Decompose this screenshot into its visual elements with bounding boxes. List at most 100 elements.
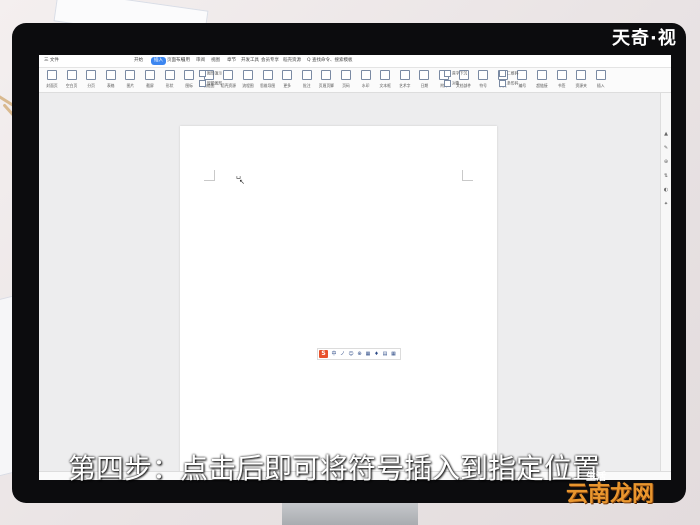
resource-icon: [223, 70, 234, 80]
bookmark-button[interactable]: 书签: [553, 69, 571, 91]
date-icon: [419, 70, 430, 80]
watermark-button[interactable]: 水印: [357, 69, 375, 91]
ime-tool-icon[interactable]: ▤: [382, 351, 388, 357]
ribbon-label: 形状: [165, 83, 174, 88]
ribbon-small-item[interactable]: 对象: [444, 80, 460, 87]
side-tool-icon[interactable]: ✎: [663, 145, 669, 151]
cover-page-button[interactable]: 封面页: [43, 69, 61, 91]
ribbon-small-label: 二维码: [507, 70, 519, 76]
tab-1[interactable]: 插入: [151, 57, 166, 65]
ribbon-label: 资源夹: [575, 83, 587, 88]
document-page[interactable]: ␣ ↖ S 中ノ ☺ ⊕ ▦ ♦ ▤ ▦: [180, 126, 497, 480]
monitor: 三 文件 开始 插入 页面布局 引用 审阅 视图 章节 开发工具 会员专享 稻壳资源 Q 查找命令、…: [12, 23, 686, 503]
ime-tool-icon[interactable]: ⊕: [357, 351, 363, 357]
shape-icon: [164, 70, 175, 80]
page-number-icon: [341, 70, 351, 80]
ribbon-label: 空白页: [65, 83, 78, 88]
ribbon-label: 页眉页脚: [318, 83, 334, 88]
ime-tool-icon[interactable]: ▦: [391, 351, 397, 357]
ribbon-small-item[interactable]: 二维码: [499, 70, 519, 77]
side-tool-icon[interactable]: ✦: [663, 201, 669, 207]
comment-button[interactable]: 批注: [298, 69, 316, 91]
ribbon-label: 封面页: [46, 83, 58, 88]
input-method-toolbar: S 中ノ ☺ ⊕ ▦ ♦ ▤ ▦: [317, 348, 401, 360]
tab-0[interactable]: 开始: [134, 57, 143, 65]
table-button[interactable]: 表格: [102, 69, 120, 91]
hyperlink-button[interactable]: 超链接: [533, 69, 551, 91]
ribbon-label: 图片: [126, 83, 135, 88]
date-button[interactable]: 日期: [415, 69, 433, 91]
ribbon-label: 流程图: [242, 83, 254, 88]
ribbon-label: 表格: [107, 83, 115, 88]
header-footer-icon: [321, 70, 332, 80]
document-workspace: ␣ ↖ S 中ノ ☺ ⊕ ▦ ♦ ▤ ▦: [39, 93, 660, 480]
margin-marker: [204, 170, 215, 181]
hyperlink-icon: [537, 70, 547, 80]
insert-icon: [595, 70, 606, 80]
ribbon-small-label: 图形演示: [207, 70, 223, 76]
ribbon-label: 符号: [479, 83, 487, 88]
tab-6[interactable]: 章节: [227, 57, 236, 65]
ribbon-label: 书签: [557, 83, 566, 88]
small-tool-icon: [199, 70, 206, 77]
resource-folder-button[interactable]: 资源夹: [572, 69, 590, 91]
tab-10[interactable]: Q 查找命令、搜索模板: [307, 57, 352, 65]
ribbon-label: 批注: [303, 83, 311, 88]
textbox-icon: [380, 70, 391, 80]
resource-folder-icon: [576, 70, 587, 80]
page-break-button[interactable]: 分页: [82, 69, 100, 91]
ribbon-small-label: 智能图形: [207, 80, 223, 86]
ribbon-small-item[interactable]: 条形码: [499, 80, 519, 87]
table-icon: [105, 70, 116, 80]
icon-library-button[interactable]: 图标: [180, 69, 198, 91]
symbol-icon: [478, 70, 489, 80]
shape-button[interactable]: 形状: [161, 69, 179, 91]
page-number-button[interactable]: 页码: [337, 69, 355, 91]
side-tool-icon[interactable]: ▲: [663, 131, 669, 137]
side-tool-icon[interactable]: ⇅: [663, 173, 669, 179]
symbol-button[interactable]: 符号: [474, 69, 492, 91]
icon-library-icon: [184, 70, 195, 80]
ribbon-small-item[interactable]: 智能图形: [199, 80, 223, 87]
ime-logo[interactable]: S: [319, 350, 328, 358]
wordart-icon: [399, 70, 410, 80]
screenshot-icon: [145, 70, 155, 80]
ime-tool-icon[interactable]: ☺: [348, 351, 354, 357]
ribbon-small-item[interactable]: 首字下沉: [444, 70, 467, 77]
tab-7[interactable]: 开发工具: [241, 57, 259, 65]
tab-9[interactable]: 稻壳资源: [283, 57, 301, 65]
tab-5[interactable]: 视图: [211, 57, 220, 65]
ime-tool-icon[interactable]: ▦: [365, 351, 371, 357]
ribbon-label: 页码: [342, 83, 350, 88]
ribbon-label: 文本框: [379, 83, 391, 88]
tab-4[interactable]: 审阅: [196, 57, 205, 65]
textbox-button[interactable]: 文本框: [376, 69, 394, 91]
ribbon-small-label: 条形码: [507, 80, 519, 86]
side-tool-icon[interactable]: ⊕: [663, 159, 669, 165]
tab-3[interactable]: 引用: [181, 57, 190, 65]
blank-page-button[interactable]: 空白页: [63, 69, 81, 91]
screenshot-button[interactable]: 截屏: [141, 69, 159, 91]
side-tool-icon[interactable]: ◐: [663, 187, 669, 193]
screen: 三 文件 开始 插入 页面布局 引用 审阅 视图 章节 开发工具 会员专享 稻壳资源 Q 查找命令、…: [39, 55, 671, 480]
insert-button[interactable]: 插入: [592, 69, 610, 91]
ribbon-small-label: 对象: [452, 80, 460, 86]
ime-tool-icon[interactable]: ノ: [340, 351, 346, 357]
ribbon-small-item[interactable]: 图形演示: [199, 70, 223, 77]
ime-tool-icon[interactable]: 中: [331, 351, 337, 357]
ribbon-label: 插入: [597, 83, 605, 88]
wordart-button[interactable]: 艺术字: [396, 69, 414, 91]
step-caption: 第四步：点击后即可将符号插入到指定位置: [68, 452, 601, 485]
numbering-icon: [517, 70, 528, 80]
small-tool-icon: [444, 70, 451, 77]
ime-tool-icon[interactable]: ♦: [374, 351, 380, 357]
tab-8[interactable]: 会员专享: [261, 57, 279, 65]
picture-button[interactable]: 图片: [121, 69, 139, 91]
more-button[interactable]: 更多: [278, 69, 296, 91]
mindmap-button[interactable]: 思维导图: [259, 69, 277, 91]
comment-icon: [301, 70, 312, 80]
header-footer-button[interactable]: 页眉页脚: [317, 69, 335, 91]
brand-logo: 云南龙网: [566, 482, 655, 507]
file-menu[interactable]: 三 文件: [44, 57, 59, 65]
flowchart-button[interactable]: 流程图: [239, 69, 257, 91]
